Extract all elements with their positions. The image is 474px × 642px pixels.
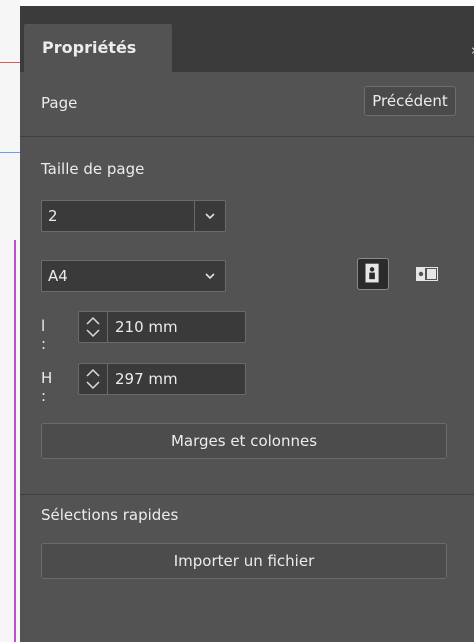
dropdown-separator (194, 201, 195, 231)
height-input[interactable]: 297 mm (78, 363, 246, 395)
chevron-down-icon[interactable] (204, 270, 216, 282)
page-size-heading: Taille de page (41, 160, 145, 178)
quick-actions-heading: Sélections rapides (41, 506, 179, 524)
document-canvas-edge (0, 0, 21, 642)
divider (20, 136, 474, 137)
portrait-orientation-button[interactable] (357, 258, 389, 290)
landscape-orientation-button[interactable] (412, 258, 444, 290)
import-file-button[interactable]: Importer un fichier (41, 543, 447, 579)
previous-button[interactable]: Précédent (364, 86, 456, 116)
tab-properties[interactable]: Propriétés (24, 24, 172, 72)
height-label: H : (41, 369, 53, 405)
height-stepper[interactable] (79, 364, 108, 394)
blue-guide-line (0, 152, 20, 153)
portrait-orientation-icon (365, 263, 379, 283)
width-label: l : (41, 317, 47, 353)
width-input[interactable]: 210 mm (78, 311, 246, 343)
landscape-orientation-icon (416, 267, 438, 281)
page-count-value: 2 (48, 207, 58, 225)
stepper-arrows-icon (86, 368, 100, 390)
magenta-page-edge (14, 240, 16, 642)
divider (20, 494, 474, 495)
red-guide-line (0, 62, 20, 63)
properties-panel: Propriétés » Page Précédent Taille de pa… (20, 6, 474, 642)
page-count-dropdown[interactable]: 2 (41, 200, 226, 232)
page-preset-value: A4 (48, 267, 68, 285)
chevron-down-icon[interactable] (204, 210, 216, 222)
width-stepper[interactable] (79, 312, 108, 342)
panel-tab-bar: Propriétés » (20, 6, 474, 72)
height-value: 297 mm (115, 370, 178, 388)
app-window: Propriétés » Page Précédent Taille de pa… (0, 0, 474, 642)
stepper-arrows-icon (86, 316, 100, 338)
section-label-page: Page (41, 94, 78, 112)
margins-columns-button[interactable]: Marges et colonnes (41, 423, 447, 459)
page-preset-dropdown[interactable]: A4 (41, 260, 226, 292)
width-value: 210 mm (115, 318, 178, 336)
